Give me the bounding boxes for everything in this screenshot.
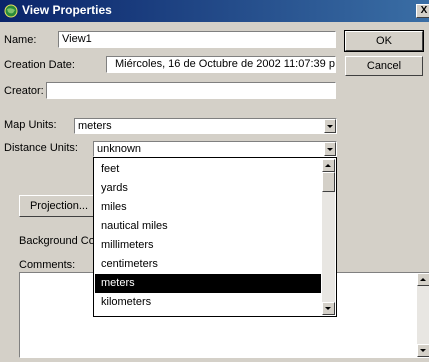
dropdown-option[interactable]: centimeters (95, 255, 321, 274)
dropdown-option[interactable]: miles (95, 198, 321, 217)
dropdown-option[interactable]: millimeters (95, 236, 321, 255)
comments-scrollbar[interactable] (417, 273, 429, 357)
distance-units-dropdown-button[interactable] (324, 142, 336, 156)
window-title: View Properties (22, 3, 112, 17)
comments-label: Comments: (19, 259, 76, 271)
distance-units-value: unknown (97, 143, 142, 155)
close-button[interactable]: X (416, 4, 429, 18)
name-field[interactable]: View1 (58, 31, 336, 48)
distance-units-label: Distance Units: (4, 142, 78, 154)
scroll-up-button[interactable] (417, 273, 429, 286)
chevron-up-icon (325, 164, 331, 167)
creator-label: Creator: (4, 85, 44, 97)
cancel-button[interactable]: Cancel (345, 56, 423, 76)
dropdown-option-selected[interactable]: meters (95, 274, 321, 293)
chevron-down-icon (327, 148, 333, 151)
map-units-label: Map Units: (4, 119, 57, 131)
title-bar: View Properties X (0, 0, 429, 22)
ok-button[interactable]: OK (344, 30, 424, 52)
dropdown-option[interactable]: nautical miles (95, 217, 321, 236)
distance-units-dropdown-list[interactable]: feet yards miles nautical miles millimet… (93, 157, 337, 317)
background-color-label: Background Col (19, 235, 98, 247)
name-value: View1 (62, 33, 92, 45)
dropdown-option[interactable]: kilometers (95, 293, 321, 312)
chevron-down-icon (420, 349, 426, 352)
map-units-select[interactable]: meters (74, 118, 337, 134)
dropdown-scroll-up-button[interactable] (322, 159, 335, 172)
chevron-up-icon (420, 278, 426, 281)
dropdown-scroll-thumb[interactable] (322, 172, 335, 192)
creator-field[interactable] (46, 82, 336, 99)
projection-button[interactable]: Projection... (19, 195, 99, 217)
globe-icon (4, 4, 18, 18)
creation-date-field: Miércoles, 16 de Octubre de 2002 11:07:3… (106, 56, 336, 73)
chevron-down-icon (327, 125, 333, 128)
close-icon: X (420, 5, 428, 16)
scroll-down-button[interactable] (417, 344, 429, 357)
creation-date-label: Creation Date: (4, 59, 75, 71)
dropdown-option[interactable]: feet (95, 160, 321, 179)
view-properties-dialog: View Properties X Name: View1 Creation D… (0, 0, 429, 362)
dropdown-scrollbar[interactable] (322, 159, 335, 315)
map-units-value: meters (78, 120, 112, 132)
map-units-dropdown-button[interactable] (324, 119, 336, 133)
dropdown-scroll-down-button[interactable] (322, 302, 335, 315)
creation-date-value: Miércoles, 16 de Octubre de 2002 11:07:3… (115, 58, 336, 70)
name-label: Name: (4, 34, 37, 46)
chevron-down-icon (325, 307, 331, 310)
dropdown-option[interactable]: yards (95, 179, 321, 198)
distance-units-select[interactable]: unknown (93, 141, 337, 157)
